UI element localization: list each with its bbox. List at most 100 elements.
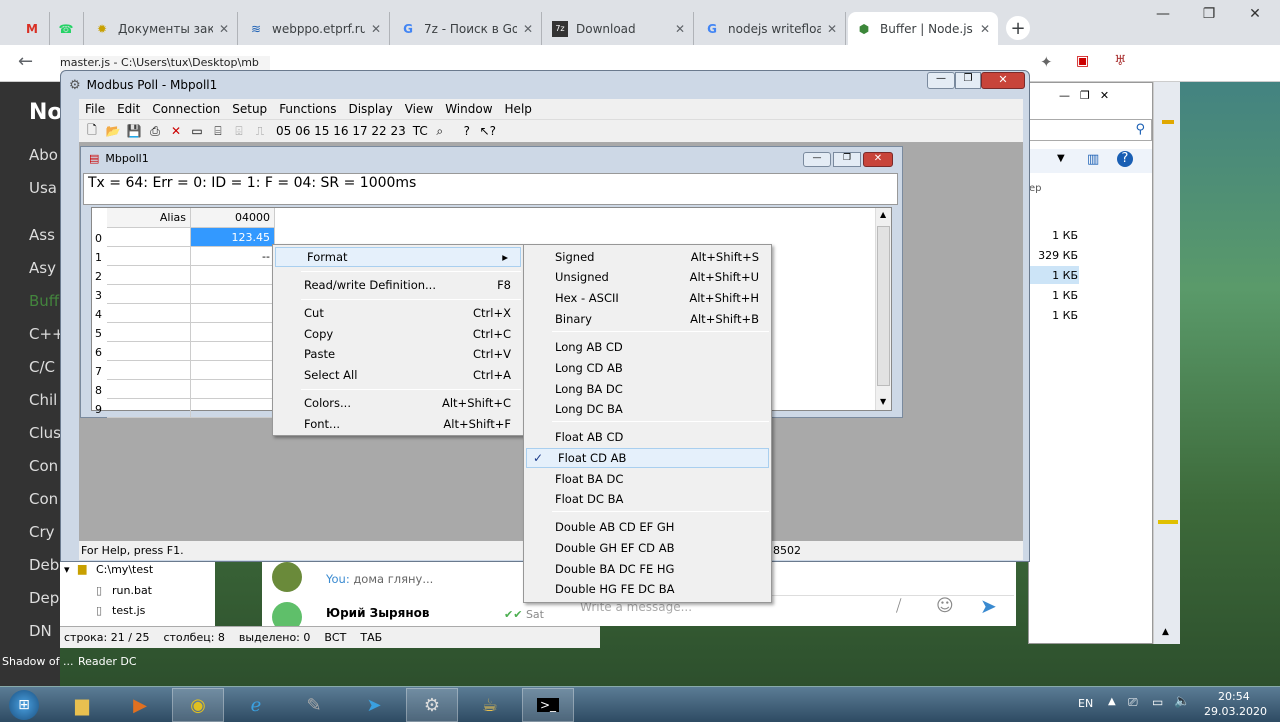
format-menu-item[interactable]: Double GH EF CD AB (524, 538, 771, 558)
format-menu-item[interactable]: Long DC BA (524, 399, 771, 419)
format-menu-item[interactable]: ✓ Float CD AB (526, 448, 769, 468)
traffic-button[interactable]: TC (413, 124, 428, 138)
tab-whatsapp[interactable]: ☎ (50, 12, 84, 45)
back-icon[interactable]: ← (18, 51, 33, 72)
scroll-up-icon[interactable]: ▲ (1162, 627, 1169, 637)
close-icon[interactable]: ✕ (219, 22, 229, 36)
format-menu-item[interactable]: Double HG FE DC BA (524, 579, 771, 599)
format-menu-item[interactable]: Double BA DC FE HG (524, 559, 771, 579)
delete-icon[interactable]: ✕ (167, 122, 185, 140)
minimize-icon[interactable]: — (1140, 0, 1186, 28)
maximize-button[interactable]: ❐ (955, 72, 981, 89)
usb-icon[interactable]: ⎚ (1128, 695, 1138, 710)
tab-documents[interactable]: ✹ Документы закуп ✕ (86, 12, 238, 45)
close-icon[interactable]: ✕ (1232, 0, 1278, 28)
menu-connection[interactable]: Connection (146, 102, 226, 116)
alias-cell[interactable] (107, 228, 191, 247)
help-icon[interactable]: ? (1117, 151, 1133, 167)
alias-cell[interactable] (107, 323, 191, 342)
sidebar-item[interactable]: Clus (29, 424, 61, 442)
alias-cell[interactable] (107, 304, 191, 323)
menu-setup[interactable]: Setup (226, 102, 273, 116)
value-cell[interactable] (191, 323, 275, 342)
extension-icon[interactable]: ▣ (1076, 53, 1089, 69)
close-button[interactable]: ✕ (981, 72, 1025, 89)
menu-functions[interactable]: Functions (273, 102, 342, 116)
value-cell[interactable] (191, 380, 275, 399)
alias-cell[interactable] (107, 247, 191, 266)
maximize-button[interactable]: ❐ (833, 152, 861, 167)
jar-taskbar-icon[interactable]: ☕ (464, 688, 516, 722)
scroll-up-icon[interactable]: ▲ (880, 210, 886, 219)
context-menu-item[interactable]: Paste Ctrl+V (273, 344, 523, 364)
scroll-thumb[interactable] (877, 226, 890, 386)
print-icon[interactable]: ⎙ (146, 122, 164, 140)
format-menu-item[interactable]: Long CD AB (524, 358, 771, 378)
alias-cell[interactable] (107, 342, 191, 361)
search-icon[interactable]: ⌕ (431, 122, 449, 140)
pane-icon[interactable]: ▥ (1087, 152, 1099, 167)
grid-scrollbar[interactable]: ▲ ▼ (875, 208, 891, 410)
sidebar-item[interactable]: Con (29, 457, 58, 475)
format-menu-item[interactable]: Long BA DC (524, 379, 771, 399)
function-code-buttons[interactable]: 05 06 15 16 17 22 23 (276, 124, 406, 138)
cmd-taskbar-icon[interactable]: >_ (522, 688, 574, 722)
sidebar-item[interactable]: C/C (29, 358, 55, 376)
tree-expander-icon[interactable]: ▾ (64, 563, 70, 576)
format-menu-item[interactable]: Double AB CD EF GH (524, 517, 771, 537)
close-icon[interactable]: ✕ (675, 22, 685, 36)
tab-google-nodejs[interactable]: Gnodejs writefloatl ✕ (696, 12, 846, 45)
send-icon[interactable]: ➤ (980, 594, 997, 618)
tree-item[interactable]: test.js (112, 604, 145, 617)
sidebar-item[interactable]: Con (29, 490, 58, 508)
sidebar-item-active[interactable]: Buff (29, 292, 59, 310)
format-menu-item[interactable]: Float BA DC (524, 469, 771, 489)
tab-google-7z[interactable]: G 7z - Поиск в Goo ✕ (392, 12, 542, 45)
sidebar-item[interactable]: Dep (29, 589, 59, 607)
menu-display[interactable]: Display (342, 102, 398, 116)
save-icon[interactable]: 💾 (125, 122, 143, 140)
alias-cell[interactable] (107, 285, 191, 304)
scroll-down-icon[interactable]: ▼ (880, 397, 886, 406)
language-indicator[interactable]: EN (1078, 697, 1093, 710)
alias-cell[interactable] (107, 266, 191, 285)
extension-icon[interactable]: ✦ (1040, 53, 1053, 71)
sidebar-item[interactable]: Abo (29, 146, 58, 164)
sidebar-item[interactable]: Deb (29, 556, 59, 574)
menu-help[interactable]: Help (499, 102, 538, 116)
tab-buffer-nodejs[interactable]: ⬢ Buffer | Node.js v1 ✕ (848, 12, 998, 45)
close-icon[interactable]: ✕ (980, 22, 990, 36)
close-icon[interactable]: ✕ (371, 22, 381, 36)
context-menu-item[interactable]: Cut Ctrl+X (273, 303, 523, 323)
command-icon[interactable]: ⧸ (896, 596, 901, 616)
value-cell[interactable] (191, 304, 275, 323)
emoji-icon[interactable]: ☺ (936, 596, 954, 616)
format-menu-item[interactable]: Signed Alt+Shift+S (524, 247, 771, 267)
clock-date[interactable]: 29.03.2020 (1204, 705, 1267, 718)
menu-file[interactable]: File (79, 102, 111, 116)
alias-cell[interactable] (107, 380, 191, 399)
open-icon[interactable]: 📂 (104, 122, 122, 140)
format-menu-item[interactable]: Hex - ASCII Alt+Shift+H (524, 288, 771, 308)
help-icon[interactable]: ? (458, 122, 476, 140)
context-menu-item[interactable]: Select All Ctrl+A (273, 365, 523, 385)
tree-item[interactable]: run.bat (112, 584, 152, 597)
sidebar-item[interactable]: Chil (29, 391, 57, 409)
value-cell[interactable] (191, 399, 275, 418)
connect-icon[interactable]: ⌸ (209, 122, 227, 140)
menu-edit[interactable]: Edit (111, 102, 146, 116)
desktop-icon-label[interactable]: Reader DC (78, 655, 137, 668)
extension-icon[interactable]: ♅ (1114, 53, 1127, 69)
start-button[interactable]: ⊞ (0, 688, 48, 722)
network-icon[interactable]: ▭ (1152, 695, 1163, 709)
close-icon[interactable]: ✕ (523, 22, 533, 36)
tray-expand-icon[interactable]: ▲ (1108, 696, 1116, 707)
explorer-window-controls[interactable]: — ❐ ✕ (1059, 89, 1109, 102)
alias-cell[interactable] (107, 361, 191, 380)
close-button[interactable]: ✕ (863, 152, 893, 167)
close-icon[interactable]: ✕ (827, 22, 837, 36)
format-menu-item[interactable]: Unsigned Alt+Shift+U (524, 267, 771, 287)
sidebar-item[interactable]: Asy (29, 259, 56, 277)
pulse-icon[interactable]: ⎍ (251, 122, 269, 140)
sidebar-item[interactable]: Cry (29, 523, 55, 541)
